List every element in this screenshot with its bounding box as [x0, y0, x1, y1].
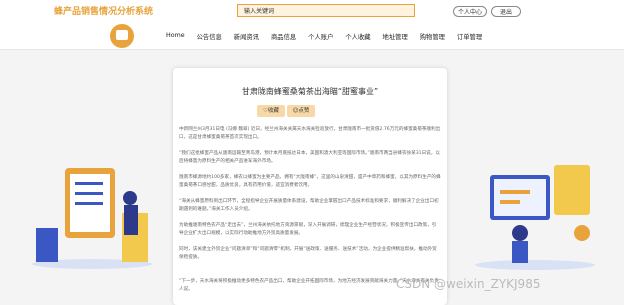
main-nav: Home 公告信息 新闻资讯 商品信息 个人账户 个人收藏 地址管理 购物管理 … [166, 32, 482, 41]
article-title: 甘肃陇南蜂蜜桑菊茶出海瞄“甜蜜事业” [241, 87, 379, 96]
nav-item-favorites[interactable]: 个人收藏 [345, 32, 370, 41]
article-paragraph: 中新网兰州3月31日电 (冯娜 魏翠) 近日，经兰州海关关属天水海关检验放行，甘… [179, 127, 441, 140]
collect-label: 收藏 [267, 108, 279, 114]
nav-item-orders[interactable]: 订单管理 [457, 32, 482, 41]
logout-button[interactable]: 退出 [491, 6, 521, 17]
nav-item-products[interactable]: 商品信息 [271, 32, 296, 41]
nav-item-news[interactable]: 新闻资讯 [234, 32, 259, 41]
nav-item-shopping[interactable]: 购物管理 [420, 32, 445, 41]
nav-item-announcements[interactable]: 公告信息 [197, 32, 222, 41]
personal-center-button[interactable]: 个人中心 [453, 6, 487, 17]
nav-item-address[interactable]: 地址管理 [383, 32, 408, 41]
article-card: 甘肃陇南蜂蜜桑菊茶出海瞄“甜蜜事业” ♡收藏 ☺点赞 中新网兰州3月31日电 (… [173, 68, 447, 305]
watermark-text: CSDN @weixin_ZYKJ985 [396, 277, 541, 291]
article-paragraph: “我们这批蜂蜜产品从陇南运输至青岛港，预计本月底抵达日本，美国和澳大利亚等国际市… [179, 151, 440, 164]
like-label: 点赞 [298, 108, 310, 114]
article-paragraph: 为助推陇南特色农产品“走出去”，兰州海关依托地方资源禀赋，深入开展调研，梳理企业… [179, 223, 437, 236]
search-input[interactable]: 输入关键词 [237, 4, 415, 17]
like-button[interactable]: ☺点赞 [287, 105, 315, 117]
article-paragraph: 同时，该关建立外贸企业“问题清单”和“问题清零”机制，开展“送政策、送服务、送技… [179, 247, 437, 260]
brand-title: 蜂产品销售情况分析系统 [54, 7, 154, 17]
article-paragraph: 陇南市蜂源地约100多家，蜂农以蜂蜜为主要产品，拥有“大陇南蜂”，这里的山泉清甜… [179, 175, 441, 188]
nav-item-home[interactable]: Home [166, 32, 185, 41]
left-illustration [32, 168, 152, 269]
top-bar: 蜂产品销售情况分析系统 输入关键词 个人中心 退出 [0, 0, 624, 23]
logo-icon [110, 24, 134, 48]
article-paragraph: “海关从蜂蜜原料到出口环节，全程指导企业开展质量体系建设，帮助企业掌握出口产品技… [179, 199, 439, 212]
right-illustration [475, 165, 595, 270]
nav-item-account[interactable]: 个人账户 [308, 32, 333, 41]
collect-button[interactable]: ♡收藏 [257, 105, 285, 117]
